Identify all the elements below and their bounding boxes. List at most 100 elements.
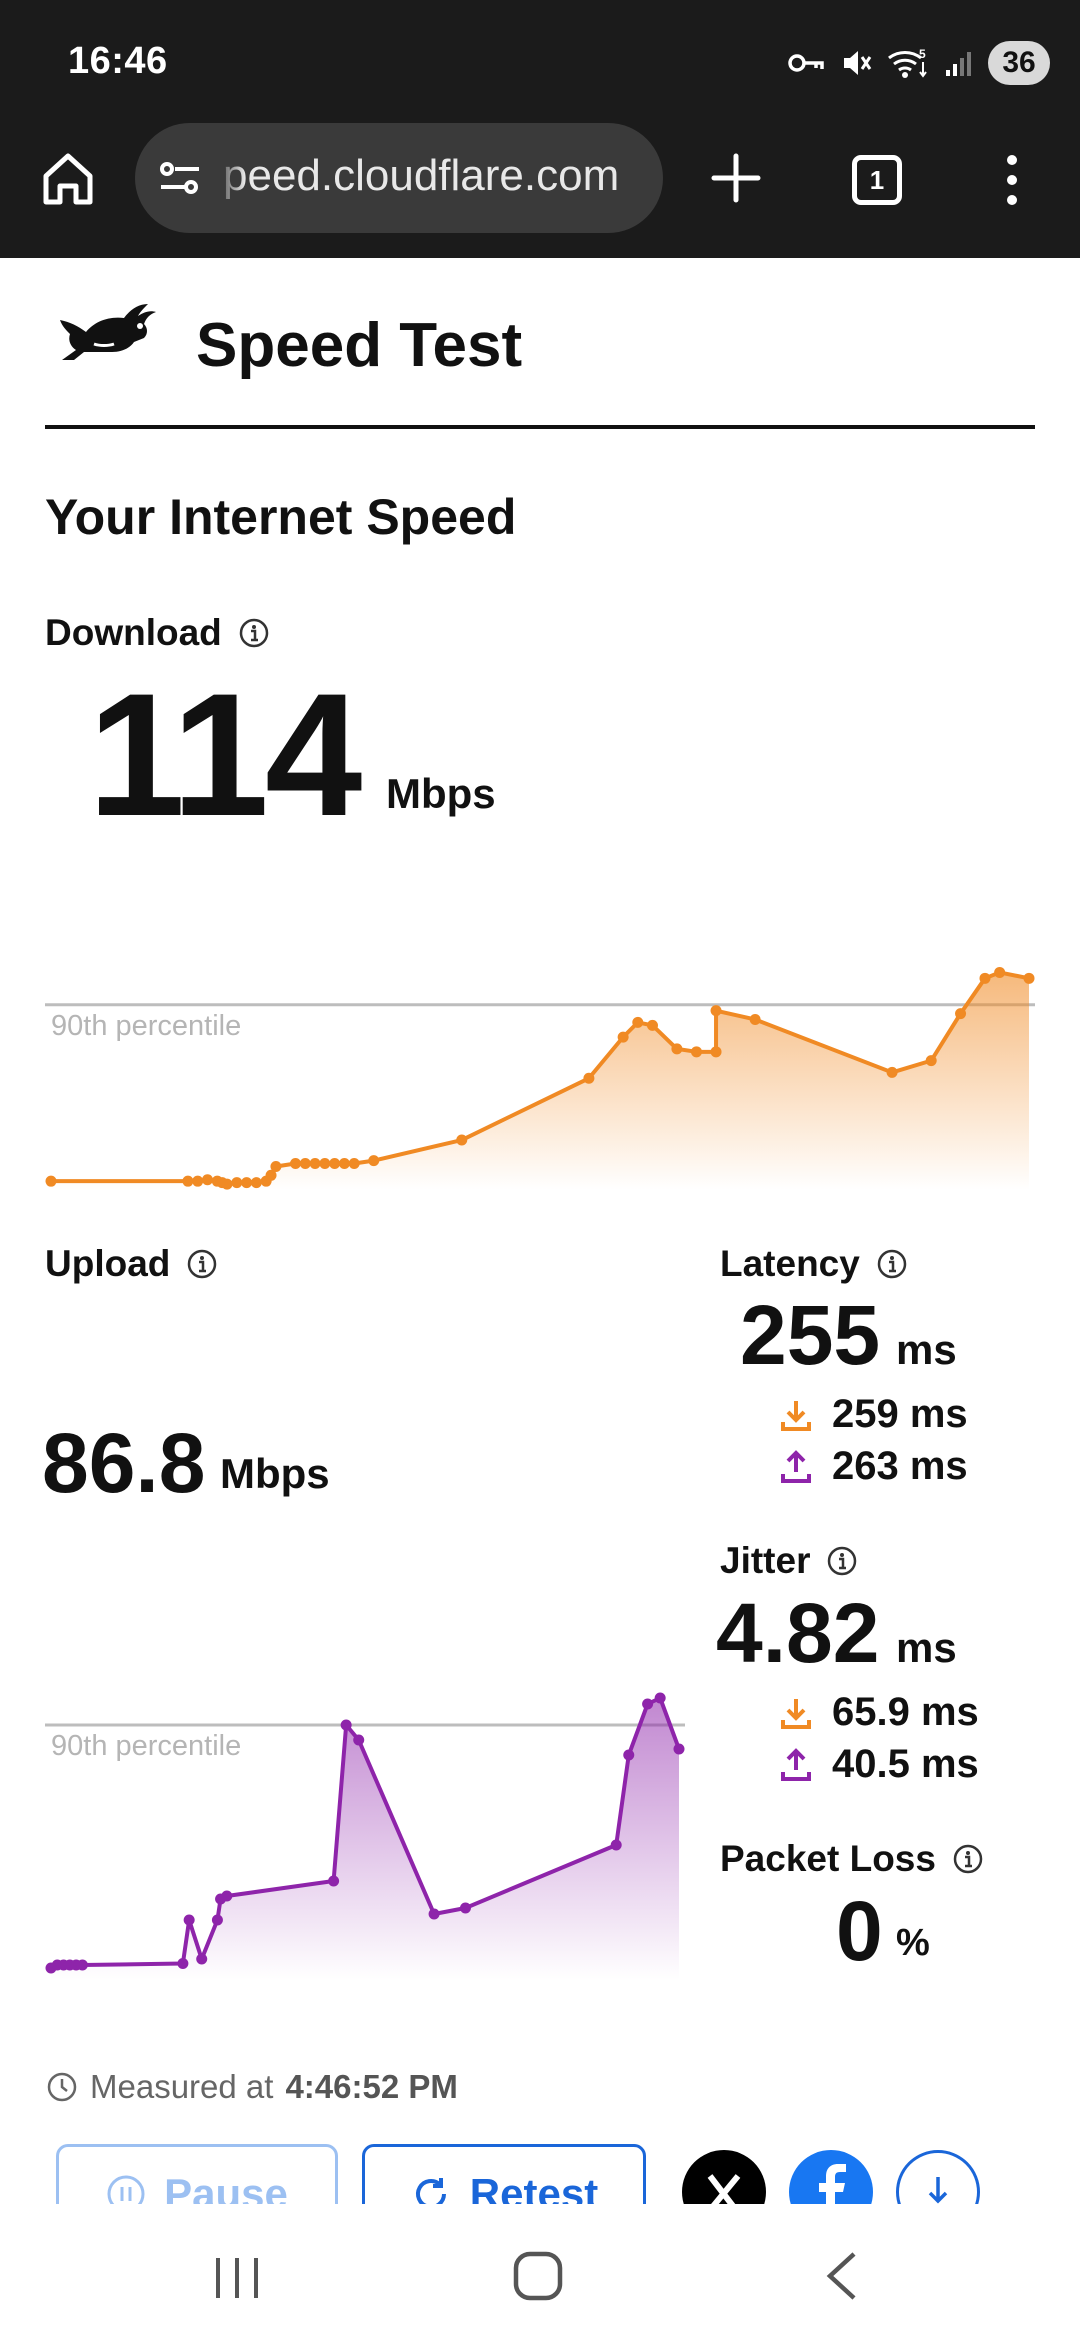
jitter-download-value: 65.9 ms — [832, 1690, 979, 1734]
data-point — [642, 1698, 654, 1710]
packet-loss-label-text: Packet Loss — [720, 1838, 936, 1879]
data-point — [583, 1072, 595, 1084]
data-point — [221, 1178, 233, 1190]
signal-icon — [946, 52, 971, 76]
info-icon[interactable] — [826, 1545, 858, 1577]
battery-badge: 36 — [988, 41, 1050, 85]
upload-unit: Mbps — [220, 1450, 330, 1497]
download-arrow-icon — [781, 1698, 811, 1729]
data-point — [610, 1839, 622, 1851]
download-label-text: Download — [45, 612, 222, 653]
info-icon[interactable] — [186, 1248, 218, 1280]
data-point — [353, 1734, 365, 1746]
data-point — [673, 1743, 685, 1755]
percentile-label: 90th percentile — [51, 1730, 241, 1762]
status-icons: 5 36 — [788, 38, 1050, 88]
status-time: 16:46 — [68, 40, 168, 82]
data-point — [201, 1174, 213, 1186]
download-label: Download — [45, 612, 270, 654]
info-icon[interactable] — [876, 1248, 908, 1280]
data-point — [710, 1046, 722, 1058]
url-bar[interactable]: peed.cloudflare.com — [135, 123, 663, 233]
data-point — [182, 1175, 194, 1187]
data-point — [329, 1158, 341, 1170]
packet-loss-value: 0 — [836, 1884, 883, 1978]
jitter-unit: ms — [896, 1624, 957, 1671]
download-arrow-icon — [781, 1400, 811, 1431]
vpn-key-icon — [788, 54, 824, 72]
mute-icon — [844, 51, 872, 75]
measured-prefix: Measured at — [90, 2068, 274, 2105]
measured-time: 4:46:52 PM — [285, 2068, 458, 2105]
data-point — [1023, 972, 1035, 984]
data-point — [221, 1890, 233, 1902]
rabbit-icon — [60, 304, 156, 360]
data-point — [632, 1016, 644, 1028]
more-vert-icon[interactable] — [1000, 150, 1024, 210]
data-point — [270, 1160, 282, 1172]
data-point — [299, 1158, 311, 1170]
latency-label: Latency — [720, 1243, 908, 1285]
clock-icon — [47, 2072, 77, 2102]
packet-loss-label: Packet Loss — [720, 1838, 984, 1880]
title-divider — [45, 425, 1035, 429]
data-point — [654, 1692, 666, 1704]
data-point — [319, 1158, 331, 1170]
upload-label: Upload — [45, 1243, 218, 1285]
info-icon[interactable] — [238, 617, 270, 649]
download-chart: 90th percentile — [45, 966, 1035, 1190]
wifi-icon: 5 — [888, 47, 927, 78]
data-point — [368, 1155, 380, 1167]
data-point — [646, 1019, 658, 1031]
data-point — [177, 1958, 189, 1969]
data-point — [211, 1914, 223, 1926]
site-settings-icon[interactable] — [155, 153, 205, 203]
upload-chart: 90th percentile — [45, 1692, 685, 1980]
packet-loss-unit: % — [896, 1922, 930, 1964]
data-point — [456, 1134, 468, 1146]
latency-unit: ms — [896, 1326, 957, 1373]
url-text: peed.cloudflare.com — [223, 151, 620, 200]
upload-value: 86.8 — [42, 1416, 206, 1510]
tab-switcher-icon[interactable]: 1 — [852, 155, 902, 205]
data-point — [183, 1914, 195, 1926]
latency-download-value: 259 ms — [832, 1392, 968, 1436]
latency-label-text: Latency — [720, 1243, 860, 1284]
upload-label-text: Upload — [45, 1243, 171, 1284]
url-fade — [215, 123, 245, 233]
data-point — [241, 1177, 253, 1189]
jitter-upload-row: 40.5 ms — [780, 1742, 979, 1787]
data-point — [340, 1719, 352, 1731]
data-point — [994, 966, 1006, 978]
data-point — [925, 1055, 937, 1067]
data-point — [348, 1158, 360, 1170]
data-point — [428, 1908, 440, 1920]
recent-apps-icon[interactable] — [212, 2256, 262, 2300]
upload-arrow-icon — [781, 1449, 811, 1483]
latency-value: 255 — [740, 1288, 881, 1382]
home-nav-icon[interactable] — [512, 2250, 564, 2302]
data-point — [690, 1046, 702, 1058]
section-title: Your Internet Speed — [45, 489, 517, 545]
data-point — [328, 1875, 340, 1887]
back-icon[interactable] — [822, 2250, 862, 2302]
data-point — [459, 1902, 471, 1914]
home-icon[interactable] — [38, 148, 98, 208]
measured-at: Measured at 4:46:52 PM — [46, 2068, 458, 2106]
data-point — [671, 1043, 683, 1055]
info-icon[interactable] — [952, 1843, 984, 1875]
data-point — [76, 1959, 88, 1971]
data-point — [231, 1177, 243, 1189]
data-point — [617, 1031, 629, 1043]
upload-arrow-icon — [781, 1747, 811, 1781]
jitter-value: 4.82 — [716, 1586, 880, 1680]
data-point — [623, 1749, 635, 1761]
data-point — [45, 1175, 57, 1187]
plus-icon[interactable] — [708, 150, 764, 206]
latency-upload-value: 263 ms — [832, 1444, 968, 1488]
latency-download-row: 259 ms — [780, 1392, 968, 1437]
data-point — [955, 1008, 967, 1020]
data-point — [290, 1158, 301, 1170]
download-value: 114 — [88, 658, 362, 853]
data-point — [979, 972, 991, 984]
